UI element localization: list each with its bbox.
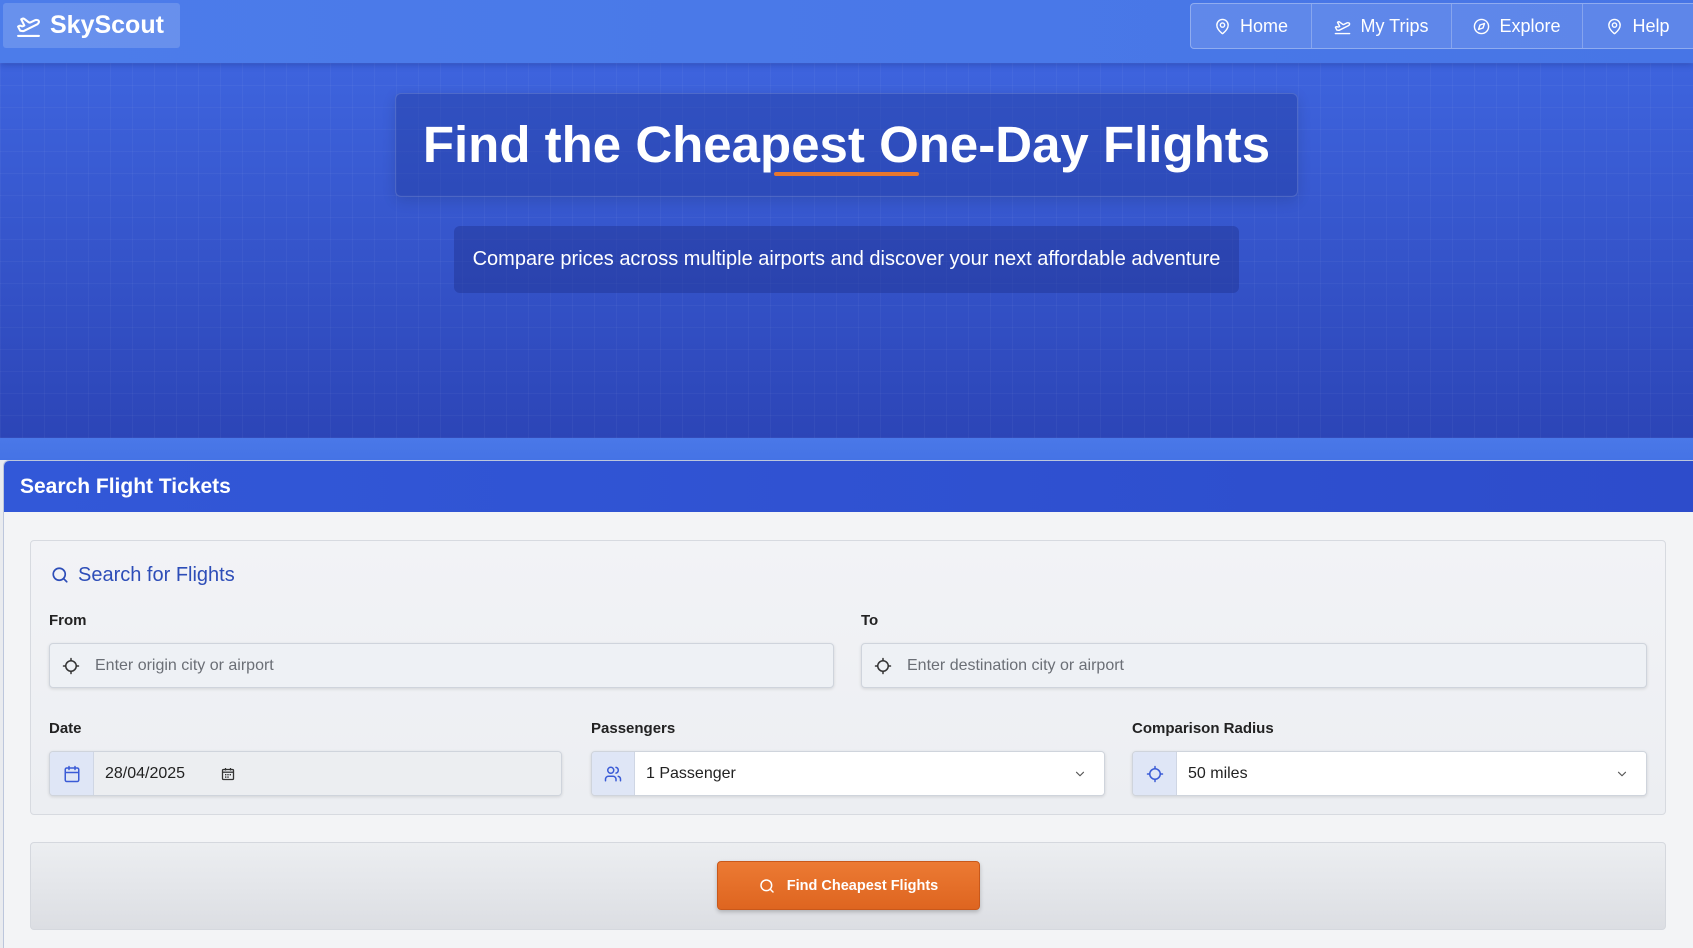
find-cheapest-flights-button[interactable]: Find Cheapest Flights <box>717 861 980 910</box>
search-icon <box>759 878 775 894</box>
submit-panel: Find Cheapest Flights <box>30 842 1666 930</box>
radius-field[interactable]: 50 miles <box>1132 751 1647 796</box>
nav-item-help[interactable]: Help <box>1582 4 1693 48</box>
from-label: From <box>49 612 87 629</box>
hero-banner: Find the Cheapest One-Day Flights Compar… <box>0 63 1693 438</box>
search-card: Search Flight Tickets Search for Flights… <box>3 460 1693 948</box>
crosshair-icon <box>1146 765 1164 783</box>
plane-takeoff-icon <box>16 13 41 38</box>
to-input[interactable] <box>862 644 1646 687</box>
main-nav: Home My Trips Explore Help <box>1190 3 1693 49</box>
search-icon <box>51 566 69 584</box>
nav-item-my-trips[interactable]: My Trips <box>1311 4 1451 48</box>
plane-takeoff-icon <box>1334 18 1351 35</box>
top-header: SkyScout Home My Trips Explore Help <box>0 0 1693 63</box>
to-label: To <box>861 612 879 629</box>
map-pin-icon <box>1214 18 1231 35</box>
brand-name: SkyScout <box>50 11 164 39</box>
search-form-panel: Search for Flights From To Date <box>30 540 1666 815</box>
nav-item-label: Help <box>1632 15 1670 36</box>
hero-subtitle: Compare prices across multiple airports … <box>453 226 1240 293</box>
section-divider <box>0 438 1693 460</box>
nav-item-explore[interactable]: Explore <box>1451 4 1582 48</box>
passengers-label: Passengers <box>591 720 676 737</box>
nav-item-label: My Trips <box>1360 15 1429 36</box>
from-input[interactable] <box>50 644 833 687</box>
radius-prefix <box>1133 752 1177 795</box>
date-input[interactable] <box>94 752 561 795</box>
hero-title-box: Find the Cheapest One-Day Flights <box>394 93 1299 197</box>
radius-label: Comparison Radius <box>1132 720 1274 737</box>
crosshair-icon <box>62 657 80 675</box>
date-prefix <box>50 752 94 795</box>
passengers-select-area[interactable]: 1 Passenger <box>635 752 1104 795</box>
date-field[interactable] <box>49 751 562 796</box>
users-icon <box>604 765 622 783</box>
nav-item-label: Explore <box>1499 15 1561 36</box>
find-button-label: Find Cheapest Flights <box>786 877 939 894</box>
nav-item-home[interactable]: Home <box>1191 4 1311 48</box>
radius-select[interactable]: 50 miles <box>1177 752 1646 795</box>
hero-title: Find the Cheapest One-Day Flights <box>422 116 1271 173</box>
panel-title-text: Search for Flights <box>78 563 235 586</box>
compass-icon <box>1473 18 1490 35</box>
passengers-select[interactable]: 1 Passenger <box>635 752 1104 795</box>
map-pin-icon <box>1606 18 1623 35</box>
hero-subtitle-wrap: Compare prices across multiple airports … <box>0 226 1693 293</box>
date-picker-icon[interactable] <box>221 767 235 781</box>
crosshair-icon <box>874 657 892 675</box>
calendar-icon <box>63 765 81 783</box>
passengers-field[interactable]: 1 Passenger <box>591 751 1105 796</box>
nav-item-label: Home <box>1239 15 1288 36</box>
passengers-prefix <box>592 752 635 795</box>
radius-select-area[interactable]: 50 miles <box>1177 752 1646 795</box>
card-header: Search Flight Tickets <box>4 461 1693 512</box>
brand-logo[interactable]: SkyScout <box>3 3 180 48</box>
date-input-area[interactable] <box>94 752 561 795</box>
to-field[interactable] <box>861 643 1647 688</box>
panel-title: Search for Flights <box>51 563 235 587</box>
hero-title-wrap: Find the Cheapest One-Day Flights <box>0 93 1693 197</box>
from-field[interactable] <box>49 643 834 688</box>
title-underline <box>774 172 920 176</box>
date-label: Date <box>49 720 82 737</box>
